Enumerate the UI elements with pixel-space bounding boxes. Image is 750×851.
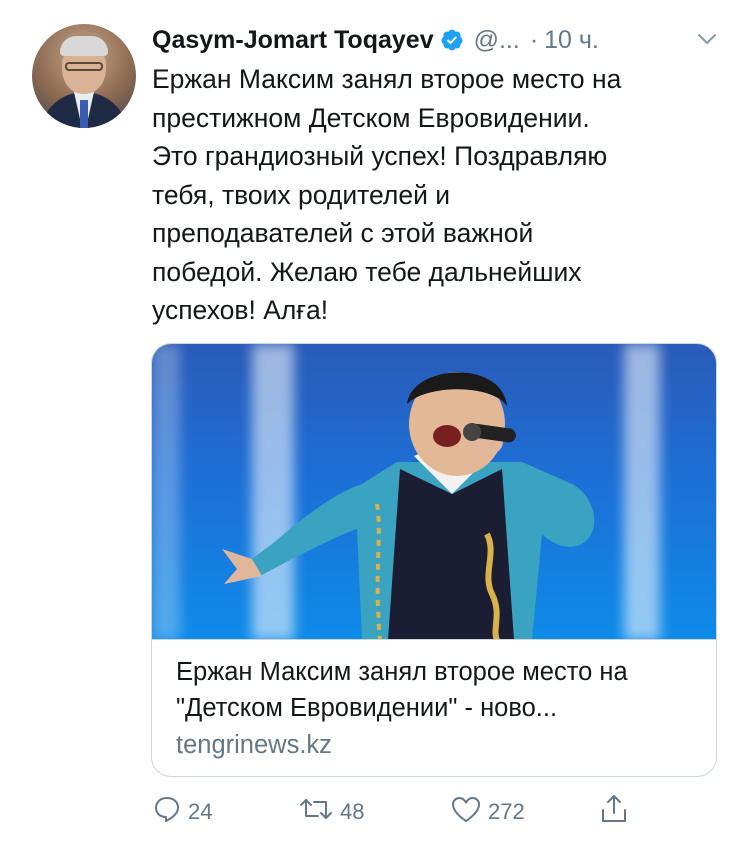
card-domain: tengrinews.kz — [176, 731, 332, 759]
verified-badge-icon — [440, 28, 464, 52]
retweet-button[interactable]: 48 — [298, 790, 364, 834]
like-count: 272 — [488, 799, 525, 824]
like-button[interactable]: 272 — [450, 790, 525, 834]
retweet-count: 48 — [340, 799, 365, 824]
retweet-icon — [298, 794, 334, 830]
tweet-header: Qasym-Jomart Toqayev @... · 10 ч. — [152, 20, 732, 60]
link-card[interactable]: Ержан Максим занял второе место на "Детс… — [151, 343, 717, 777]
reply-icon — [152, 794, 182, 830]
card-image — [152, 344, 716, 640]
chevron-down-icon[interactable] — [696, 28, 718, 50]
card-title: Ержан Максим занял второе место на "Детс… — [176, 658, 628, 722]
share-icon — [598, 793, 630, 831]
tweet-text: Ержан Максим занял второе место на прест… — [152, 64, 622, 325]
separator-dot: · — [529, 25, 539, 54]
tweet-actions: 24 48 272 — [152, 790, 652, 834]
display-name[interactable]: Qasym-Jomart Toqayev — [152, 26, 434, 55]
tweet[interactable]: Qasym-Jomart Toqayev @... · 10 ч. Ержан … — [0, 0, 750, 851]
reply-button[interactable]: 24 — [152, 790, 212, 834]
share-button[interactable] — [598, 790, 630, 834]
handle[interactable]: @... — [474, 26, 520, 55]
heart-icon — [450, 794, 482, 830]
timestamp[interactable]: 10 ч. — [544, 26, 599, 55]
reply-count: 24 — [188, 799, 213, 824]
avatar[interactable] — [32, 24, 136, 128]
